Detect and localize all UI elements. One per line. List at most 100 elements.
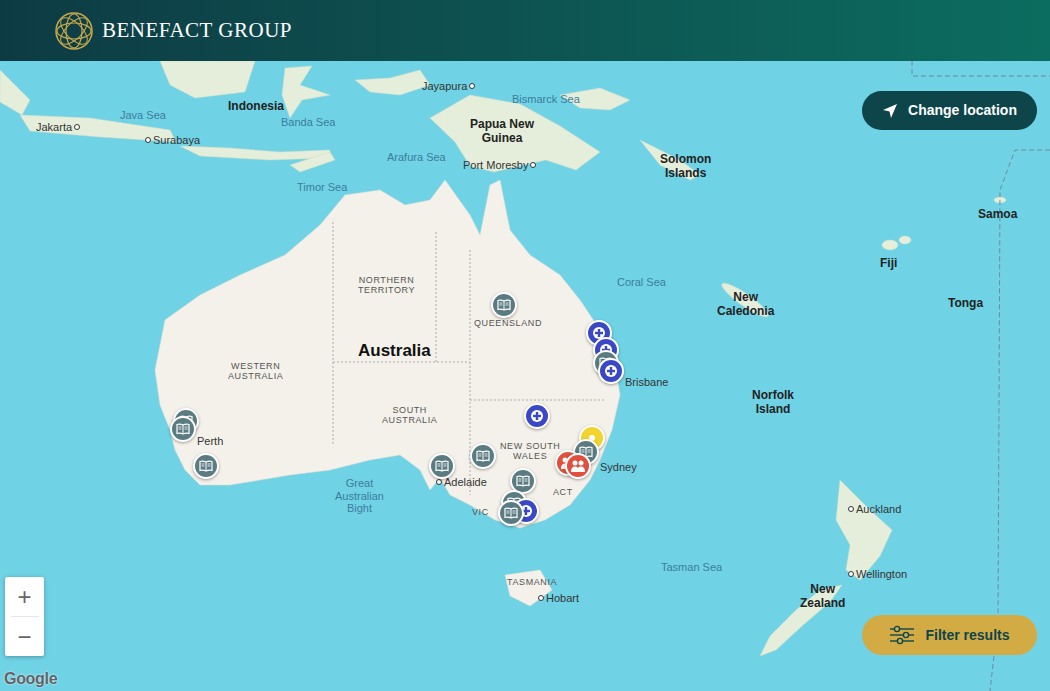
label-line: Perth — [197, 435, 223, 448]
pin-circle[interactable] — [498, 500, 524, 526]
label-line: Java Sea — [120, 109, 166, 122]
label-line: Timor Sea — [297, 181, 347, 194]
city-dot-icon — [848, 571, 854, 577]
site-header: BENEFACT GROUP — [0, 0, 1050, 61]
label-line: Port Moresby — [463, 159, 528, 172]
label-line: SOUTH — [392, 405, 427, 415]
map-label: NEW SOUTHWALES — [500, 441, 560, 462]
map-label: Jakarta — [36, 121, 80, 134]
map-pin[interactable] — [193, 453, 219, 479]
label-line: AUSTRALIA — [228, 371, 283, 381]
change-location-button[interactable]: Change location — [862, 91, 1037, 130]
map-pin[interactable] — [565, 453, 591, 479]
city-dot-icon — [74, 124, 80, 130]
map-label: Sydney — [600, 461, 637, 474]
map-label: NorfolkIsland — [752, 389, 794, 417]
map-pin[interactable] — [470, 443, 496, 469]
label-line: Fiji — [880, 257, 897, 271]
pin-circle[interactable] — [565, 453, 591, 479]
pin-circle[interactable] — [429, 453, 455, 479]
label-line: Tasman Sea — [661, 561, 722, 574]
label-line: ACT — [553, 487, 573, 497]
label-line: New — [810, 583, 835, 597]
medical-cross-icon — [604, 364, 618, 378]
map-label: Banda Sea — [281, 116, 335, 129]
map[interactable]: JayapuraBismarck SeaIndonesiaJava SeaBan… — [0, 61, 1050, 691]
map-label: Fiji — [880, 257, 897, 271]
label-line: Zealand — [800, 597, 845, 611]
label-line: NEW SOUTH — [500, 441, 560, 451]
map-pin[interactable] — [429, 453, 455, 479]
map-label: SOUTHAUSTRALIA — [382, 405, 437, 426]
pin-circle[interactable] — [598, 358, 624, 384]
label-line: Adelaide — [444, 476, 487, 489]
map-label: NewCaledonia — [717, 291, 774, 319]
map-label: Tasman Sea — [661, 561, 722, 574]
label-line: Island — [756, 403, 791, 417]
map-pin[interactable] — [491, 292, 517, 318]
label-line: Surabaya — [153, 134, 200, 147]
map-label: SolomonIslands — [660, 153, 711, 181]
pin-circle[interactable] — [491, 292, 517, 318]
map-label: TASMANIA — [507, 577, 557, 587]
map-label: Australia — [358, 341, 431, 361]
label-line: Islands — [665, 167, 706, 181]
label-line: TERRITORY — [358, 285, 415, 295]
logo-text[interactable]: BENEFACT GROUP — [102, 15, 292, 47]
book-icon — [199, 460, 213, 472]
book-icon — [497, 299, 511, 311]
map-label: NewZealand — [800, 583, 845, 611]
map-label: Auckland — [848, 503, 901, 516]
zoom-in-button[interactable]: + — [5, 577, 44, 616]
map-label: Arafura Sea — [387, 151, 446, 164]
city-dot-icon — [145, 137, 151, 143]
label-line: Hobart — [546, 592, 579, 605]
filter-results-button[interactable]: Filter results — [862, 615, 1037, 655]
map-label: Surabaya — [145, 134, 200, 147]
book-icon — [504, 507, 518, 519]
book-icon — [176, 423, 190, 435]
map-pin[interactable] — [170, 416, 196, 442]
label-line: Tonga — [948, 297, 983, 311]
logo-icon[interactable] — [54, 11, 94, 51]
zoom-out-button[interactable]: − — [5, 617, 44, 656]
map-label: Wellington — [848, 568, 907, 581]
map-label: ACT — [553, 487, 573, 497]
map-land — [0, 61, 1050, 691]
label-line: Jakarta — [36, 121, 72, 134]
pin-circle[interactable] — [193, 453, 219, 479]
map-label: GreatAustralianBight — [335, 477, 384, 515]
label-line: Great — [346, 477, 374, 490]
map-pin[interactable] — [598, 358, 624, 384]
label-line: QUEENSLAND — [474, 318, 542, 328]
label-line: VIC — [472, 507, 489, 517]
label-line: Samoa — [978, 208, 1017, 222]
label-line: Bight — [347, 502, 372, 515]
pin-circle[interactable] — [470, 443, 496, 469]
filter-sliders-icon — [889, 625, 915, 645]
map-label: Port Moresby — [463, 159, 536, 172]
map-label: Brisbane — [625, 376, 668, 389]
label-line: Australia — [358, 341, 431, 361]
google-attribution[interactable]: Google — [4, 667, 57, 691]
city-dot-icon — [469, 83, 475, 89]
map-label: Bismarck Sea — [512, 93, 580, 106]
pin-circle[interactable] — [170, 416, 196, 442]
map-pin[interactable] — [498, 500, 524, 526]
label-line: Papua New — [470, 118, 534, 132]
map-label: WESTERNAUSTRALIA — [228, 361, 283, 382]
label-line: Norfolk — [752, 389, 794, 403]
book-icon — [435, 460, 449, 472]
pin-circle[interactable] — [524, 403, 550, 429]
map-label: Timor Sea — [297, 181, 347, 194]
city-dot-icon — [538, 595, 544, 601]
map-label: Coral Sea — [617, 276, 666, 289]
map-pin[interactable] — [524, 403, 550, 429]
label-line: Arafura Sea — [387, 151, 446, 164]
book-icon — [476, 450, 490, 462]
people-icon — [570, 459, 586, 473]
label-line: TASMANIA — [507, 577, 557, 587]
label-line: Australian — [335, 490, 384, 503]
navigation-arrow-icon — [882, 103, 898, 119]
label-line: New — [733, 291, 758, 305]
